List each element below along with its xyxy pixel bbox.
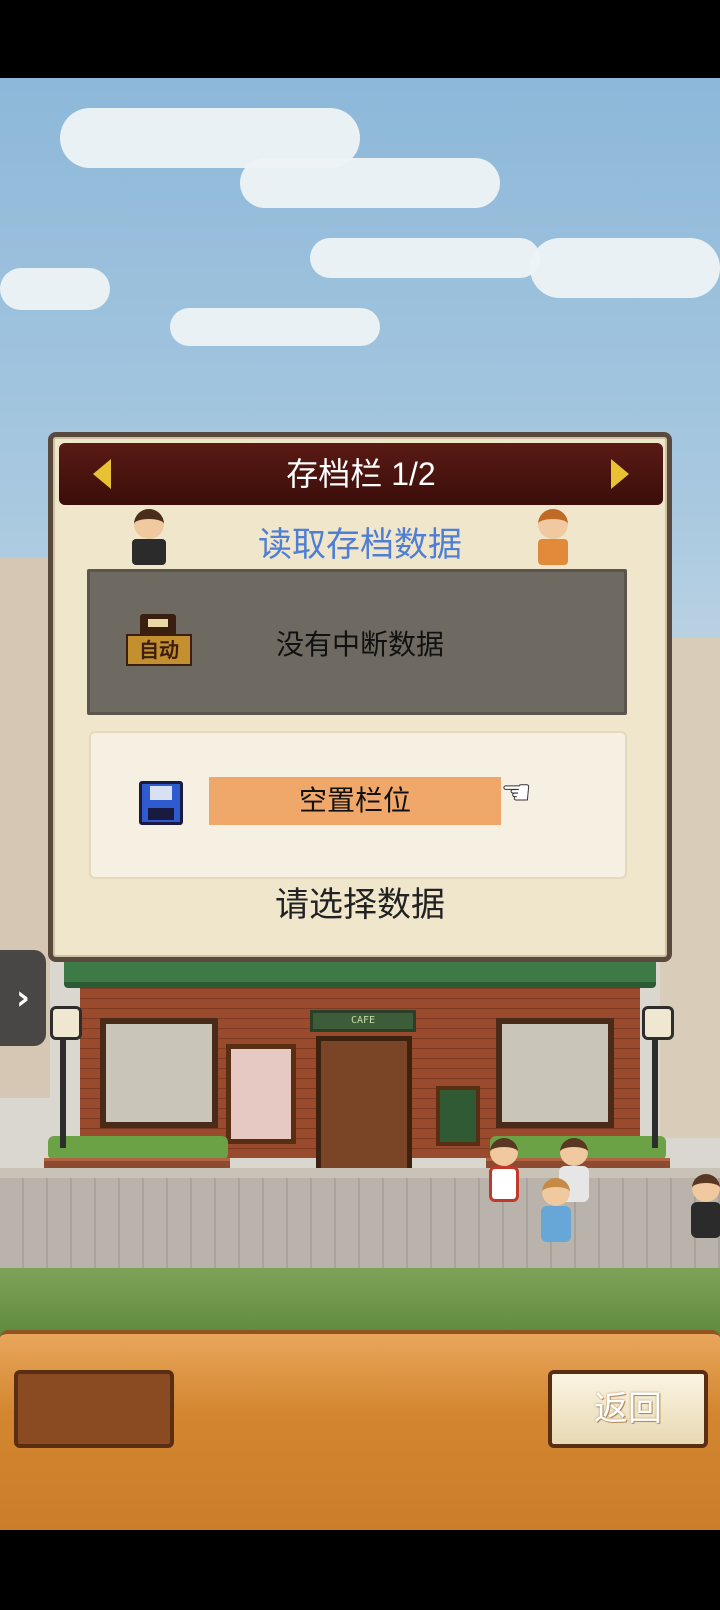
back-button[interactable]: 返回 xyxy=(548,1370,708,1448)
save-slot-dialog: 存档栏 1/2 读取存档数据 自动 没有中断数据 空置栏位 ☚ 请选择数据 xyxy=(48,432,672,962)
cafe-window xyxy=(100,1018,218,1128)
pointing-hand-icon: ☚ xyxy=(501,773,532,813)
cloud xyxy=(530,238,720,298)
cloud xyxy=(240,158,500,208)
cafe-door xyxy=(316,1036,412,1176)
waitress-character xyxy=(523,509,583,569)
dialog-header: 存档栏 1/2 xyxy=(59,443,663,505)
auto-save-icon: 自动 xyxy=(126,614,192,672)
side-panel-tab[interactable]: › xyxy=(0,950,46,1046)
pedestrian xyxy=(688,1174,720,1244)
side-tab-chevron-icon: › xyxy=(15,978,30,1018)
select-data-prompt: 请选择数据 xyxy=(275,885,445,925)
floppy-disk-icon xyxy=(139,781,183,825)
bottom-bar: 返回 xyxy=(0,1330,720,1530)
cafe-window xyxy=(496,1018,614,1128)
hedge xyxy=(48,1136,228,1160)
cloud xyxy=(310,238,540,278)
auto-save-icon-label: 自动 xyxy=(126,634,192,666)
display-case xyxy=(226,1044,296,1144)
menu-board xyxy=(436,1086,480,1146)
empty-slot-label: 空置栏位 xyxy=(209,777,501,825)
auto-save-slot[interactable]: 自动 没有中断数据 xyxy=(87,569,627,715)
street-lamp xyxy=(50,1006,82,1148)
cloud xyxy=(0,268,110,310)
pedestrian xyxy=(486,1138,522,1208)
chevron-right-icon[interactable] xyxy=(611,459,629,489)
street-lamp xyxy=(642,1006,674,1148)
grass xyxy=(0,1268,720,1338)
auto-slot-text: 没有中断数据 xyxy=(275,628,444,661)
dialog-title: 存档栏 1/2 xyxy=(286,456,436,492)
save-slot-1[interactable]: 空置栏位 ☚ xyxy=(89,731,627,879)
cloud xyxy=(170,308,380,346)
bottom-left-panel xyxy=(14,1370,174,1448)
pedestrian xyxy=(538,1178,574,1248)
cafe-sign: CAFE xyxy=(310,1010,416,1032)
